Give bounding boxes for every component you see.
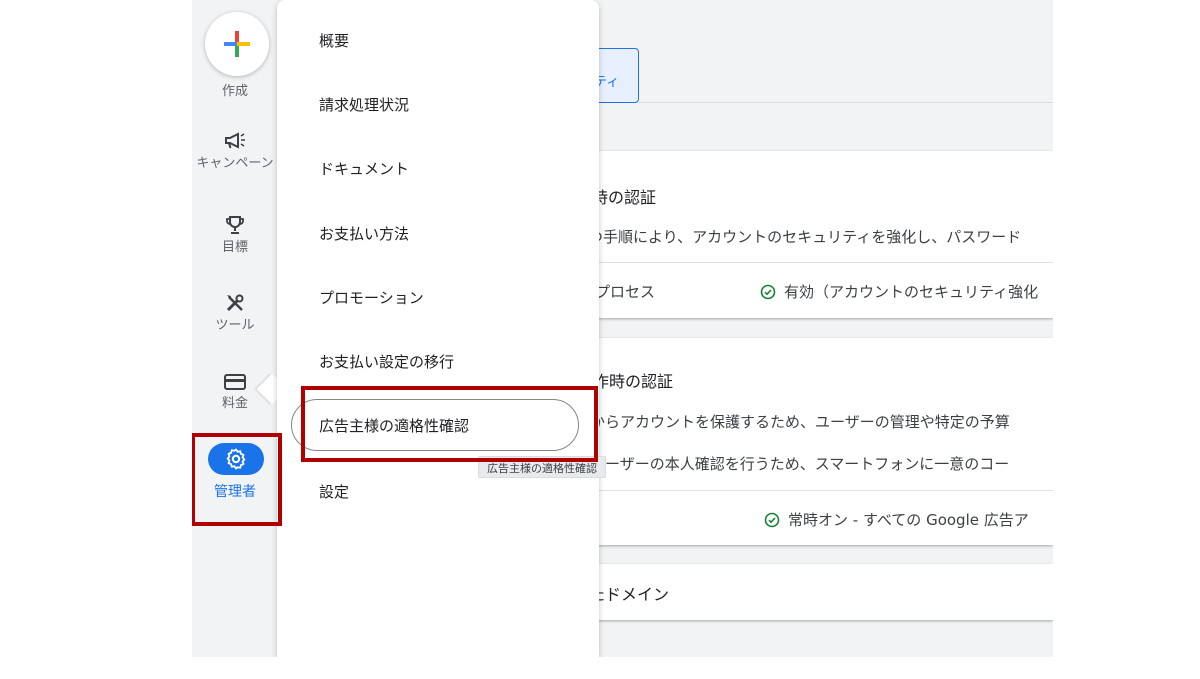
security-card-domain: たドメイン (587, 564, 1053, 620)
menu-item-settings[interactable]: 設定 (319, 481, 349, 502)
rail-item-campaigns[interactable]: キャンペーン (192, 130, 278, 171)
menu-item-billing-status[interactable]: 請求処理状況 (319, 94, 409, 115)
megaphone-icon (225, 132, 245, 149)
highlight-admin (192, 433, 282, 526)
trophy-icon (226, 216, 244, 234)
security-card-action: 作時の認証 からアカウントを保護するため、ユーザーの管理や特定の予算 ユーザーの… (587, 338, 1053, 545)
card-row-status-text: 有効（アカウントのセキュリティ強化 (784, 283, 1039, 301)
tab-divider (639, 102, 1053, 103)
rail-item-label: ツール (215, 318, 255, 333)
card-description: からアカウントを保護するため、ユーザーの管理や特定の予算 (590, 413, 1010, 431)
admin-billing-menu: 概要 請求処理状況 ドキュメント お支払い方法 プロモーション お支払い設定の移… (277, 0, 606, 657)
highlight-advertiser-verification (301, 386, 598, 462)
card-row-status: 常時オン - すべての Google 広告ア (764, 509, 1029, 530)
rail-item-label: 目標 (221, 240, 248, 255)
card-title: 時の認証 (592, 188, 657, 207)
card-row-label: プロセス (595, 283, 656, 301)
create-label: 作成 (221, 84, 248, 99)
menu-item-overview[interactable]: 概要 (319, 30, 349, 51)
plus-icon (224, 31, 250, 57)
card-title: たドメイン (589, 585, 670, 604)
rail-item-tools[interactable]: ツール (192, 292, 278, 333)
card-description: ユーザーの本人確認を行うため、スマートフォンに一意のコー (590, 455, 1010, 473)
menu-item-promotions[interactable]: プロモーション (319, 287, 424, 308)
card-divider (587, 262, 1053, 263)
card-row-status: 有効（アカウントのセキュリティ強化 (760, 281, 1038, 302)
rail-item-label: キャンペーン (196, 156, 274, 171)
menu-item-payment-migration[interactable]: お支払い設定の移行 (319, 351, 454, 372)
check-circle-icon (760, 284, 776, 300)
tools-icon (226, 294, 244, 312)
nav-rail: 作成 キャンペーン 目標 ツール 料金 管理者 (192, 0, 278, 657)
card-description: つ手順により、アカウントのセキュリティを強化し、パスワード (588, 228, 1022, 246)
security-card-login: 時の認証 つ手順により、アカウントのセキュリティを強化し、パスワード プロセス … (587, 151, 1053, 318)
card-divider (587, 490, 1053, 491)
check-circle-icon (764, 512, 780, 528)
google-ads-app: ティ 時の認証 つ手順により、アカウントのセキュリティを強化し、パスワード プロ… (192, 0, 1053, 657)
menu-item-payment-methods[interactable]: お支払い方法 (319, 223, 409, 244)
create-button[interactable] (205, 12, 269, 76)
rail-item-goals[interactable]: 目標 (192, 214, 278, 255)
credit-card-icon (224, 374, 246, 390)
card-row-status-text: 常時オン - すべての Google 広告ア (788, 511, 1029, 529)
menu-item-documents[interactable]: ドキュメント (319, 158, 409, 179)
card-title: 作時の認証 (593, 372, 674, 391)
